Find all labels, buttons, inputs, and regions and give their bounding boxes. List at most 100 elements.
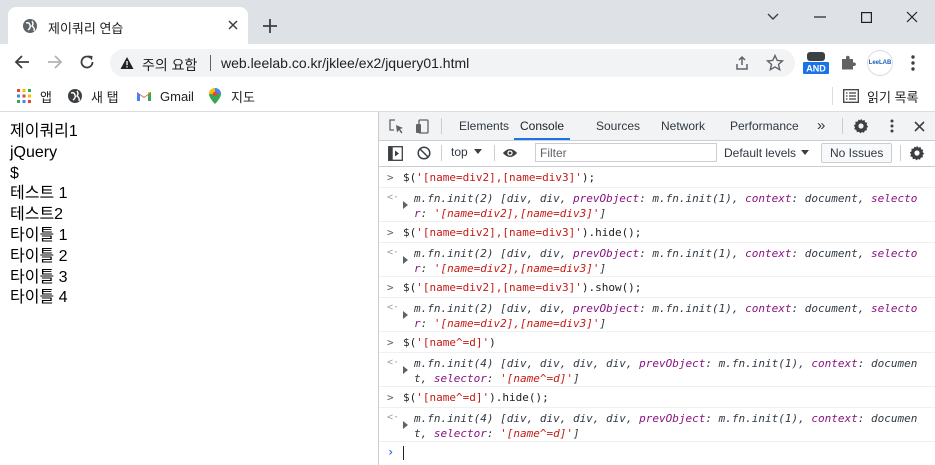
prompt-chevron-icon: › <box>387 445 395 459</box>
expand-triangle-icon[interactable] <box>403 311 408 319</box>
page-line: 타이틀 2 <box>10 247 68 265</box>
expand-triangle-icon[interactable] <box>403 256 408 264</box>
expand-triangle-icon[interactable] <box>403 201 408 209</box>
extensions-puzzle-icon[interactable] <box>839 54 857 72</box>
close-window-button[interactable] <box>889 5 935 29</box>
console-output-row[interactable]: <· m.fn.init(4) [div, div, div, div, pre… <box>379 353 935 387</box>
minimize-button[interactable] <box>797 5 843 29</box>
clear-console-icon[interactable] <box>416 145 432 161</box>
console-input-row[interactable]: > $('[name^=d]') <box>379 332 935 353</box>
reading-list-button[interactable]: 읽기 목록 <box>835 86 918 106</box>
console-output-text[interactable]: m.fn.init(4) [div, div, div, div, prevOb… <box>414 356 919 386</box>
context-selector-value: top <box>451 145 468 159</box>
console-output-text[interactable]: m.fn.init(2) [div, div, prevObject: m.fn… <box>414 301 919 331</box>
share-icon[interactable] <box>734 55 750 71</box>
close-tab-icon[interactable] <box>226 18 240 32</box>
browser-toolbar: 주의 요함 web.leelab.co.kr/jklee/ex2/jquery0… <box>0 44 935 81</box>
expand-triangle-icon[interactable] <box>403 366 408 374</box>
console-output-row[interactable]: <· m.fn.init(2) [div, div, prevObject: m… <box>379 243 935 277</box>
apps-grid-icon <box>16 88 32 104</box>
address-bar[interactable]: 주의 요함 web.leelab.co.kr/jklee/ex2/jquery0… <box>110 49 795 77</box>
more-vertical-icon[interactable] <box>905 54 921 72</box>
tab-console[interactable]: Console <box>514 112 571 140</box>
console-filter-input[interactable] <box>535 143 717 162</box>
settings-gear-icon[interactable] <box>853 118 869 134</box>
input-chevron-icon: > <box>387 336 394 349</box>
close-devtools-icon[interactable] <box>911 118 927 134</box>
warning-triangle-icon[interactable] <box>120 56 134 70</box>
page-line: jQuery <box>10 143 58 161</box>
tab-performance[interactable]: Performance <box>730 112 799 140</box>
extension-and-label: AND <box>806 64 826 74</box>
console-input-row[interactable]: > $('[name=div2],[name=div3]'); <box>379 167 935 188</box>
bookmark-apps[interactable]: 앱 <box>16 86 52 106</box>
text-caret <box>403 446 404 460</box>
console-input-text[interactable]: $('[name^=d]').hide(); <box>403 391 549 404</box>
minimize-icon <box>814 16 826 18</box>
live-expression-eye-icon[interactable] <box>502 145 518 161</box>
page-line: 타이틀 1 <box>10 226 68 244</box>
tab-sources[interactable]: Sources <box>596 112 640 140</box>
return-value-arrow-icon: <· <box>387 192 400 203</box>
console-output-row[interactable]: <· m.fn.init(2) [div, div, prevObject: m… <box>379 188 935 222</box>
chevron-down-icon <box>767 13 779 20</box>
expand-triangle-icon[interactable] <box>403 421 408 429</box>
input-chevron-icon: > <box>387 171 394 184</box>
globe-icon <box>23 19 37 33</box>
console-input-row[interactable]: > $('[name=div2],[name=div3]').hide(); <box>379 222 935 243</box>
back-button[interactable] <box>12 52 32 72</box>
return-value-arrow-icon: <· <box>387 412 400 423</box>
more-tabs-button[interactable]: » <box>817 112 825 140</box>
issues-button[interactable]: No Issues <box>821 143 893 163</box>
devtools-separator <box>441 118 442 134</box>
tab-search-button[interactable] <box>750 5 796 29</box>
security-status-label[interactable]: 주의 요함 <box>142 55 197 75</box>
console-output-text[interactable]: m.fn.init(2) [div, div, prevObject: m.fn… <box>414 246 919 276</box>
bookmark-new-tab[interactable]: 새 탭 <box>67 86 119 106</box>
maximize-icon <box>860 11 872 23</box>
console-output-row[interactable]: <· m.fn.init(4) [div, div, div, div, pre… <box>379 408 935 442</box>
bookmark-maps[interactable]: 지도 <box>207 86 255 106</box>
new-tab-plus-icon[interactable] <box>262 18 278 34</box>
console-sidebar-icon[interactable] <box>387 145 403 161</box>
console-prompt-row[interactable]: › <box>379 442 935 462</box>
tab-title: 제이쿼리 연습 <box>48 21 124 36</box>
maximize-button[interactable] <box>843 5 889 29</box>
console-input-row[interactable]: > $('[name^=d]').hide(); <box>379 387 935 408</box>
page-line: 테스트2 <box>10 206 64 224</box>
bookmarks-separator <box>832 87 833 105</box>
reload-button[interactable] <box>77 52 97 72</box>
context-selector[interactable]: top <box>451 145 482 159</box>
devtools-panel: Elements Console Sources Network Perform… <box>378 112 935 465</box>
tab-network[interactable]: Network <box>661 112 705 140</box>
console-input-text[interactable]: $('[name=div2],[name=div3]'); <box>403 171 595 184</box>
console-input-text[interactable]: $('[name^=d]') <box>403 336 496 349</box>
tab-elements[interactable]: Elements <box>459 112 509 140</box>
console-input-text[interactable]: $('[name=div2],[name=div3]').show(); <box>403 281 641 294</box>
console-settings-gear-icon[interactable] <box>909 145 925 161</box>
profile-label: LeeLAB <box>868 60 892 66</box>
bookmark-gmail[interactable]: Gmail <box>136 86 194 106</box>
console-separator <box>441 145 442 161</box>
device-toolbar-icon[interactable] <box>414 118 430 134</box>
console-output-text[interactable]: m.fn.init(2) [div, div, prevObject: m.fn… <box>414 191 919 221</box>
console-output-row[interactable]: <· m.fn.init(2) [div, div, prevObject: m… <box>379 298 935 332</box>
url-text[interactable]: web.leelab.co.kr/jklee/ex2/jquery01.html <box>221 55 469 71</box>
console-input-row[interactable]: > $('[name=div2],[name=div3]').show(); <box>379 277 935 298</box>
console-log: > $('[name=div2],[name=div3]'); <· m.fn.… <box>379 167 935 465</box>
forward-button[interactable] <box>45 52 65 72</box>
input-chevron-icon: > <box>387 226 394 239</box>
profile-avatar[interactable]: LeeLAB <box>867 50 893 76</box>
inspect-element-icon[interactable] <box>388 118 404 134</box>
console-output-text[interactable]: m.fn.init(4) [div, div, div, div, prevOb… <box>414 411 919 441</box>
console-input-text[interactable]: $('[name=div2],[name=div3]').hide(); <box>403 226 641 239</box>
arrow-left-icon <box>14 55 29 69</box>
more-vertical-icon[interactable] <box>884 118 900 134</box>
console-separator <box>900 145 901 161</box>
bookmark-star-icon[interactable] <box>766 54 784 72</box>
reload-icon <box>80 55 94 69</box>
console-toolbar: top Default levels No Issues <box>379 141 935 167</box>
log-levels-selector[interactable]: Default levels <box>724 146 810 160</box>
browser-tab[interactable]: 제이쿼리 연습 <box>8 7 248 44</box>
extension-and-button[interactable]: AND <box>802 51 830 75</box>
